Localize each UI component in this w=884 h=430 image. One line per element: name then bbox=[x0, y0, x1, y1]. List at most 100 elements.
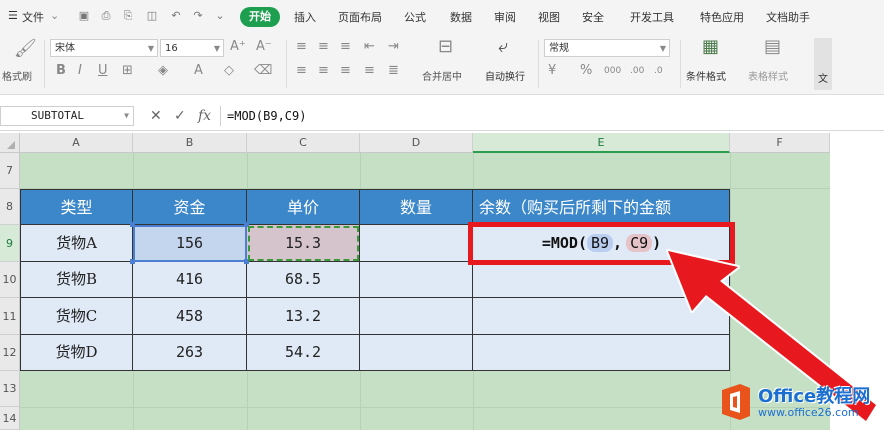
table-cell-price[interactable]: 68.5 bbox=[247, 262, 360, 298]
tab-doc-assistant[interactable]: 文档助手 bbox=[766, 9, 810, 25]
table-cell-price[interactable]: 13.2 bbox=[247, 298, 360, 335]
font-grow-icon[interactable]: A⁺ bbox=[230, 40, 246, 54]
formula-input[interactable]: =MOD(B9,C9) bbox=[220, 106, 884, 126]
align-center-icon[interactable]: ≡ bbox=[318, 64, 329, 78]
row-header-7[interactable]: 7 bbox=[0, 153, 20, 189]
tab-insert[interactable]: 插入 bbox=[294, 9, 316, 25]
font-color-icon[interactable]: A bbox=[194, 64, 203, 78]
column-header-f[interactable]: F bbox=[730, 133, 830, 153]
save-icon[interactable]: ▣ bbox=[78, 10, 90, 22]
undo-icon[interactable]: ↶ bbox=[170, 10, 182, 22]
confirm-icon[interactable]: ✓ bbox=[174, 108, 186, 124]
row-header-14[interactable]: 14 bbox=[0, 407, 20, 430]
wrap-text-label[interactable]: 自动换行 bbox=[485, 68, 525, 83]
clear-format-icon[interactable]: ◇ bbox=[224, 64, 234, 78]
merge-center-label[interactable]: 合并居中 bbox=[422, 68, 462, 83]
thousands-icon[interactable]: 000 bbox=[604, 64, 621, 78]
table-cell-price[interactable]: 54.2 bbox=[247, 335, 360, 371]
row-header-13[interactable]: 13 bbox=[0, 371, 20, 407]
resize-handle[interactable] bbox=[130, 222, 135, 227]
tab-page-layout[interactable]: 页面布局 bbox=[338, 9, 382, 25]
font-size-select[interactable]: 16 ▼ bbox=[160, 39, 224, 57]
font-shrink-icon[interactable]: A⁻ bbox=[256, 40, 272, 54]
merge-cells-icon[interactable]: ⊟ bbox=[438, 38, 453, 56]
tab-security[interactable]: 安全 bbox=[582, 9, 604, 25]
print-icon[interactable]: ⎘ bbox=[122, 10, 134, 22]
insert-function-icon[interactable]: fx bbox=[198, 108, 211, 124]
paintbrush-icon[interactable]: 🖌 bbox=[14, 40, 37, 58]
tab-data[interactable]: 数据 bbox=[450, 9, 472, 25]
cancel-icon[interactable]: ✕ bbox=[150, 108, 162, 124]
column-header-e[interactable]: E bbox=[473, 133, 730, 153]
currency-icon[interactable]: ¥ bbox=[548, 64, 556, 78]
align-top-icon[interactable]: ≡ bbox=[296, 40, 307, 54]
align-left-icon[interactable]: ≡ bbox=[296, 64, 307, 78]
font-name-select[interactable]: 宋体 ▼ bbox=[50, 39, 158, 57]
bold-icon[interactable]: B bbox=[56, 64, 66, 78]
column-header-c[interactable]: C bbox=[247, 133, 360, 153]
conditional-format-icon[interactable]: ▦ bbox=[702, 38, 719, 56]
border-icon[interactable]: ⊞ bbox=[122, 64, 133, 78]
header-cell-funds[interactable]: 资金 bbox=[133, 190, 247, 225]
chevron-down-icon[interactable]: ⌄ bbox=[214, 10, 226, 22]
wrap-text-icon[interactable]: ⤶ bbox=[498, 38, 508, 56]
row-header-8[interactable]: 8 bbox=[0, 189, 20, 225]
table-cell-funds[interactable]: 263 bbox=[133, 335, 247, 371]
align-bottom-icon[interactable]: ≡ bbox=[340, 40, 351, 54]
table-cell-quantity[interactable] bbox=[360, 225, 473, 262]
align-middle-icon[interactable]: ≡ bbox=[318, 40, 329, 54]
tab-home[interactable]: 开始 bbox=[240, 7, 280, 27]
more-tools-button[interactable]: 文 bbox=[814, 38, 832, 90]
format-painter-label[interactable]: 格式刷 bbox=[2, 68, 32, 83]
table-cell-funds[interactable]: 416 bbox=[133, 262, 247, 298]
fill-color-icon[interactable]: ◈ bbox=[158, 64, 168, 78]
header-cell-price[interactable]: 单价 bbox=[247, 190, 360, 225]
redo-icon[interactable]: ↷ bbox=[192, 10, 204, 22]
justify-icon[interactable]: ≡ bbox=[364, 64, 375, 78]
chevron-down-icon[interactable]: ⌄ bbox=[50, 9, 59, 22]
align-right-icon[interactable]: ≡ bbox=[340, 64, 351, 78]
header-cell-type[interactable]: 类型 bbox=[21, 190, 133, 225]
table-cell-quantity[interactable] bbox=[360, 335, 473, 371]
increase-decimal-icon[interactable]: .00 bbox=[630, 64, 644, 78]
row-header-12[interactable]: 12 bbox=[0, 335, 20, 371]
tab-developer[interactable]: 开发工具 bbox=[630, 9, 674, 25]
column-header-b[interactable]: B bbox=[133, 133, 247, 153]
indent-increase-icon[interactable]: ⇥ bbox=[388, 40, 399, 54]
table-cell-quantity[interactable] bbox=[360, 298, 473, 335]
underline-icon[interactable]: U bbox=[98, 64, 108, 78]
name-box[interactable]: SUBTOTAL ▼ bbox=[0, 106, 134, 126]
select-all-corner[interactable] bbox=[0, 133, 20, 153]
percent-icon[interactable]: % bbox=[580, 64, 592, 78]
row-header-11[interactable]: 11 bbox=[0, 298, 20, 335]
distribute-icon[interactable]: ≣ bbox=[388, 64, 399, 78]
row-header-10[interactable]: 10 bbox=[0, 262, 20, 298]
tab-special[interactable]: 特色应用 bbox=[700, 9, 744, 25]
hamburger-icon[interactable]: ☰ bbox=[8, 9, 18, 22]
table-cell-type[interactable]: 货物D bbox=[21, 335, 133, 371]
conditional-format-label[interactable]: 条件格式 bbox=[686, 68, 726, 83]
italic-icon[interactable]: I bbox=[78, 64, 82, 78]
table-cell-type[interactable]: 货物B bbox=[21, 262, 133, 298]
table-style-label[interactable]: 表格样式 bbox=[748, 68, 788, 83]
indent-decrease-icon[interactable]: ⇤ bbox=[364, 40, 375, 54]
table-cell-type[interactable]: 货物C bbox=[21, 298, 133, 335]
table-cell-quantity[interactable] bbox=[360, 262, 473, 298]
table-style-icon[interactable]: ▤ bbox=[764, 38, 781, 56]
number-format-select[interactable]: 常规 ▼ bbox=[544, 39, 670, 57]
header-cell-remainder[interactable]: 余数（购买后所剩下的金额 bbox=[473, 190, 730, 225]
menu-file[interactable]: 文件 bbox=[22, 9, 44, 25]
tab-view[interactable]: 视图 bbox=[538, 9, 560, 25]
resize-handle[interactable] bbox=[130, 259, 135, 264]
row-header-9[interactable]: 9 bbox=[0, 225, 20, 262]
export-pdf-icon[interactable]: ◫ bbox=[146, 10, 158, 22]
header-cell-quantity[interactable]: 数量 bbox=[360, 190, 473, 225]
tab-review[interactable]: 审阅 bbox=[494, 9, 516, 25]
tab-formulas[interactable]: 公式 bbox=[404, 9, 426, 25]
column-header-d[interactable]: D bbox=[360, 133, 473, 153]
print-preview-icon[interactable]: ⎙ bbox=[100, 10, 112, 22]
table-cell-type[interactable]: 货物A bbox=[21, 225, 133, 262]
column-header-a[interactable]: A bbox=[20, 133, 133, 153]
decrease-decimal-icon[interactable]: .0 bbox=[654, 64, 663, 78]
eraser-icon[interactable]: ⌫ bbox=[254, 64, 272, 78]
